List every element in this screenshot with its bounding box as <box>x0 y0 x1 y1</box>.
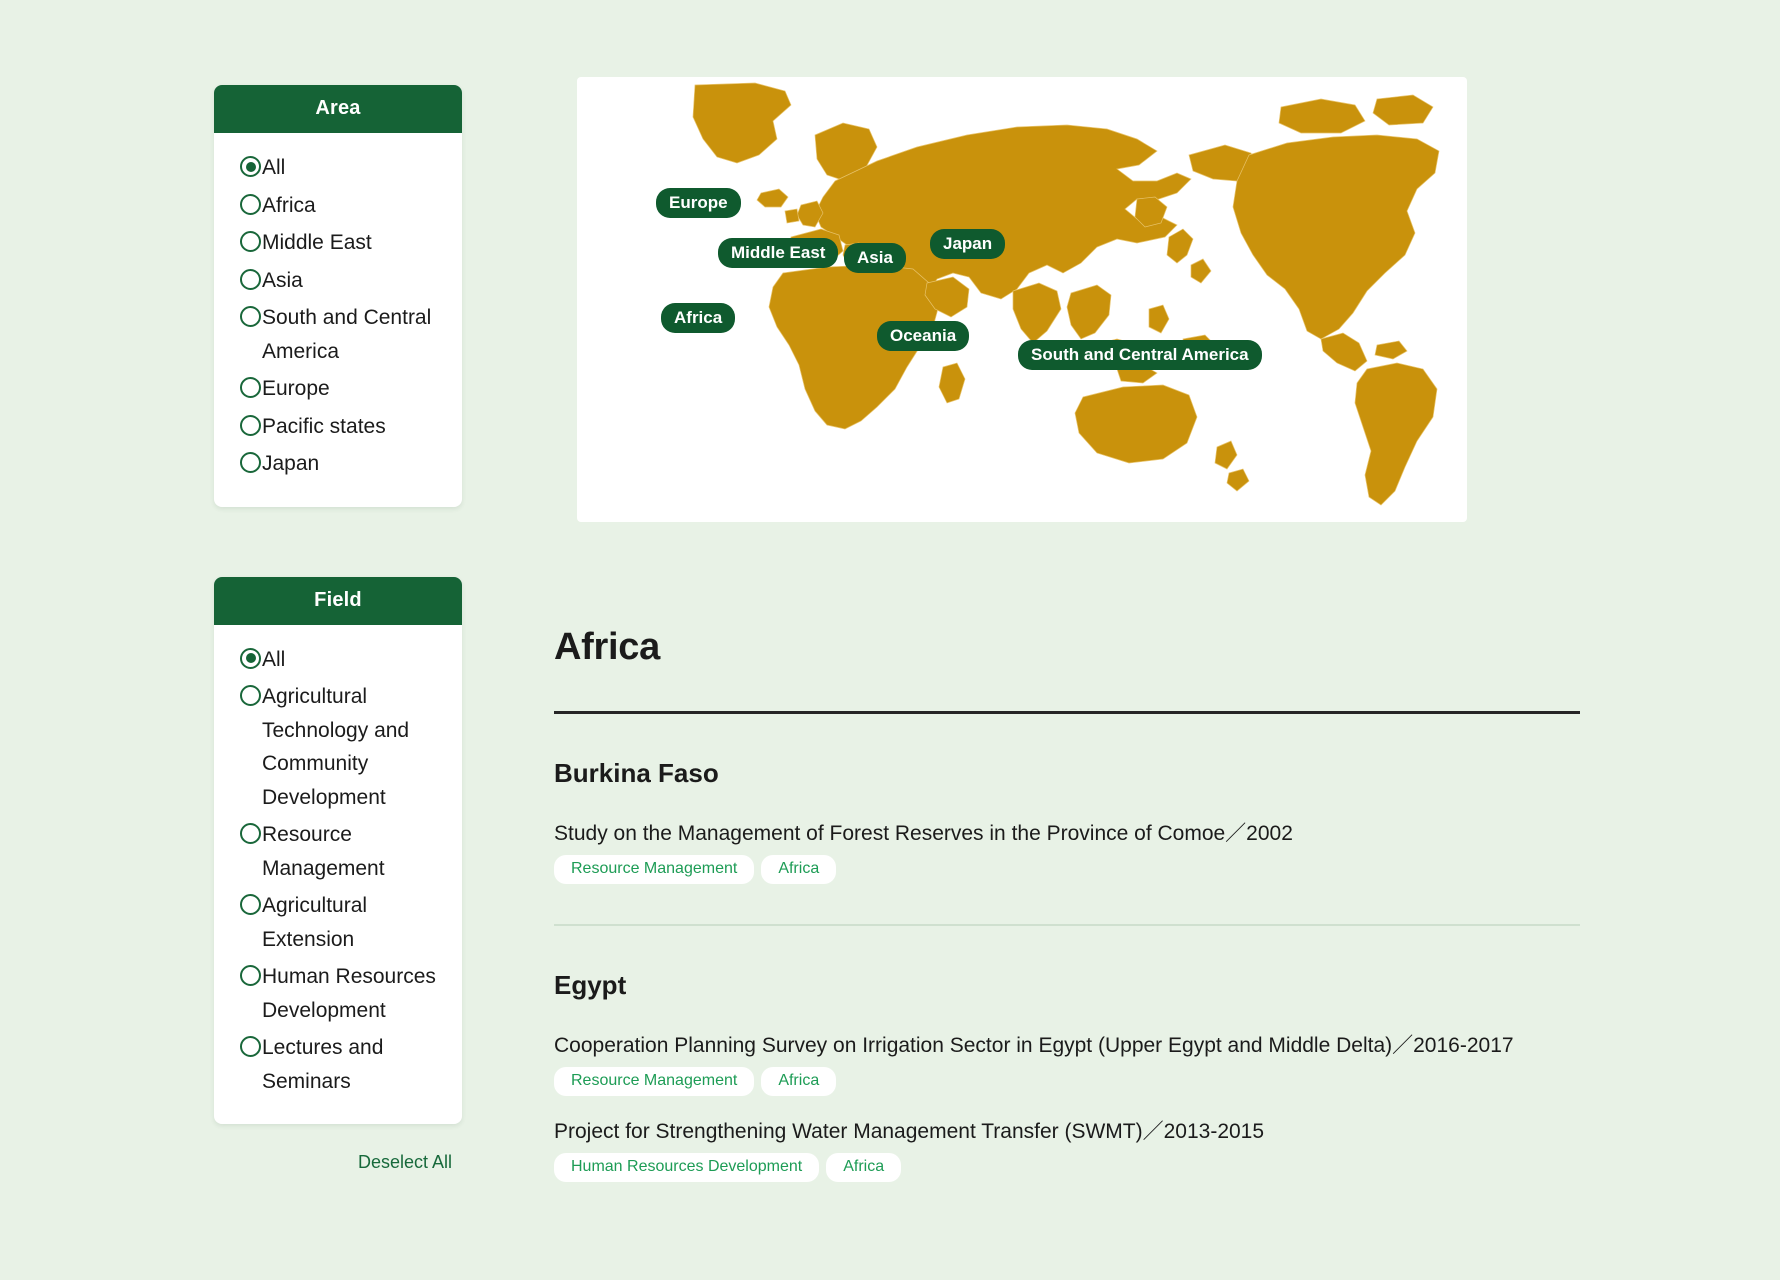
radio-unchecked-icon[interactable] <box>240 231 261 252</box>
project-tag[interactable]: Africa <box>761 855 837 884</box>
field-option-label: Lectures and Seminars <box>262 1036 384 1093</box>
project-tag[interactable]: Africa <box>761 1067 837 1096</box>
radio-unchecked-icon[interactable] <box>240 894 261 915</box>
field-option-3[interactable]: Agricultural Extension <box>214 889 462 956</box>
radio-checked-icon[interactable] <box>240 647 261 669</box>
radio-unchecked-icon[interactable] <box>240 685 261 706</box>
project-tag-row: Resource Management Africa <box>554 1067 1580 1096</box>
results-content: Africa Burkina Faso Study on the Manageme… <box>554 625 1580 1202</box>
area-option-list: All Africa Middle East Asia South and Centra… <box>214 133 462 507</box>
field-option-5[interactable]: Lectures and Seminars <box>214 1031 462 1098</box>
project-item: Project for Strengthening Water Manageme… <box>554 1116 1580 1182</box>
map-label-asia[interactable]: Asia <box>844 243 906 273</box>
project-tag[interactable]: Human Resources Development <box>554 1153 820 1182</box>
project-tag-row: Human Resources Development Africa <box>554 1153 1580 1182</box>
page-title: Africa <box>554 626 660 668</box>
world-map-graphic <box>692 82 1440 506</box>
project-title-link[interactable]: Cooperation Planning Survey on Irrigatio… <box>554 1030 1580 1062</box>
area-filter-title: Area <box>214 85 462 133</box>
project-item: Cooperation Planning Survey on Irrigatio… <box>554 1030 1580 1096</box>
area-option-0[interactable]: All <box>214 151 462 185</box>
project-item: Study on the Management of Forest Reserv… <box>554 818 1580 884</box>
filter-sidebar: Area All Africa Middle East Asia South and C… <box>214 85 462 1173</box>
radio-checked-icon[interactable] <box>240 156 261 177</box>
area-option-1[interactable]: Africa <box>214 189 462 223</box>
project-tag[interactable]: Africa <box>826 1153 902 1182</box>
radio-unchecked-icon[interactable] <box>240 306 261 327</box>
area-filter-card: Area All Africa Middle East Asia South and C… <box>214 85 462 507</box>
field-option-4[interactable]: Human Resources Development <box>214 960 462 1027</box>
project-title-link[interactable]: Project for Strengthening Water Manageme… <box>554 1116 1580 1148</box>
radio-unchecked-icon[interactable] <box>240 377 261 398</box>
radio-unchecked-icon[interactable] <box>240 823 261 844</box>
country-block: Burkina Faso Study on the Management of F… <box>554 714 1580 884</box>
project-tag[interactable]: Resource Management <box>554 855 755 884</box>
field-option-0[interactable]: All <box>214 643 462 677</box>
radio-unchecked-icon[interactable] <box>240 452 261 473</box>
area-option-label: Asia <box>262 268 303 292</box>
radio-unchecked-icon[interactable] <box>240 193 261 215</box>
field-option-label: All <box>262 647 286 671</box>
map-label-japan[interactable]: Japan <box>930 229 1006 259</box>
area-option-2[interactable]: Middle East <box>214 226 462 260</box>
country-heading: Egypt <box>554 970 627 1000</box>
area-option-label: Africa <box>262 193 316 217</box>
radio-unchecked-icon[interactable] <box>240 965 261 986</box>
country-block: Egypt Cooperation Planning Survey on Irri… <box>554 926 1580 1182</box>
map-label-oceania[interactable]: Oceania <box>877 321 970 351</box>
project-tag[interactable]: Resource Management <box>554 1067 755 1096</box>
area-option-5[interactable]: Europe <box>214 372 462 406</box>
radio-unchecked-icon[interactable] <box>240 414 261 436</box>
area-option-4[interactable]: South and Central America <box>214 301 462 368</box>
area-option-label: Japan <box>262 452 320 475</box>
deselect-all-row: Deselect All <box>214 1124 462 1173</box>
radio-unchecked-icon[interactable] <box>240 1036 261 1057</box>
map-label-africa[interactable]: Africa <box>661 303 736 333</box>
country-heading: Burkina Faso <box>554 758 719 788</box>
field-filter-title: Field <box>214 576 462 625</box>
area-option-label: Europe <box>262 377 330 400</box>
area-option-label: Pacific states <box>262 414 386 438</box>
field-filter-card: Field All Agricultural Technology and Com… <box>214 576 462 1125</box>
world-map-panel: Europe Middle East Asia Japan Africa Oceania S… <box>577 77 1467 522</box>
radio-unchecked-icon[interactable] <box>240 268 261 290</box>
area-option-label: South and Central America <box>262 306 432 363</box>
field-option-2[interactable]: Resource Management <box>214 818 462 885</box>
project-tag-row: Resource Management Africa <box>554 855 1580 884</box>
country-result-list: Burkina Faso Study on the Management of F… <box>554 714 1580 1182</box>
area-option-label: All <box>262 156 286 179</box>
map-label-middle-east[interactable]: Middle East <box>718 238 839 268</box>
project-title-link[interactable]: Study on the Management of Forest Reserv… <box>554 818 1580 850</box>
field-option-label: Resource Management <box>262 823 385 880</box>
field-option-label: Agricultural Extension <box>262 894 368 951</box>
map-label-europe[interactable]: Europe <box>656 188 741 218</box>
area-option-6[interactable]: Pacific states <box>214 410 462 444</box>
field-option-list: All Agricultural Technology and Community… <box>214 625 462 1125</box>
field-option-label: Human Resources Development <box>262 965 436 1022</box>
area-option-7[interactable]: Japan <box>214 447 462 481</box>
area-option-label: Middle East <box>262 231 372 254</box>
area-option-3[interactable]: Asia <box>214 264 462 298</box>
deselect-all-link[interactable]: Deselect All <box>358 1152 452 1172</box>
field-option-label: Agricultural Technology and Community De… <box>262 685 410 809</box>
map-label-south-and-central-america[interactable]: South and Central America <box>1018 340 1262 370</box>
field-option-1[interactable]: Agricultural Technology and Community De… <box>214 680 462 814</box>
